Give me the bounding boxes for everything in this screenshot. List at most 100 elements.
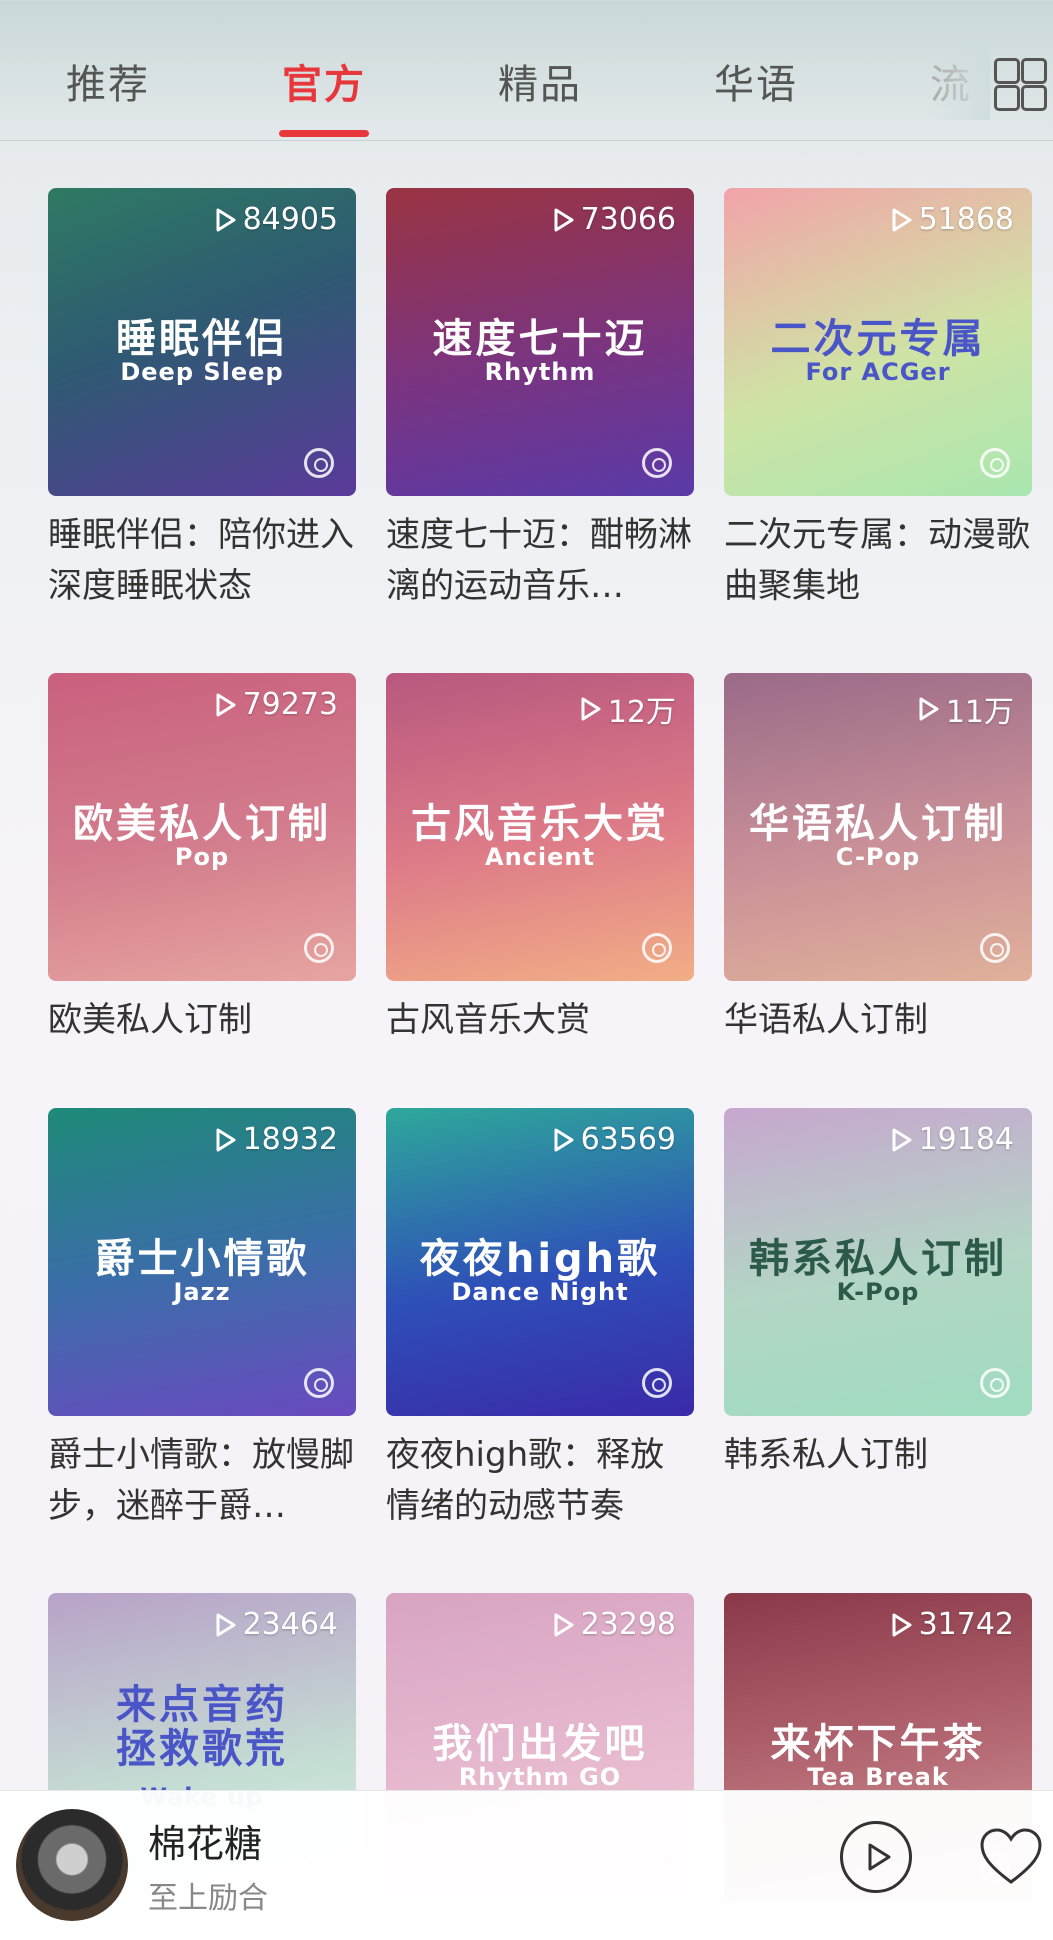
playlist-title[interactable]: 夜夜high歌：释放情绪的动感节奏 — [386, 1430, 694, 1532]
playlist-card[interactable]: 51868 二次元专属 For ACGer 二次元专属：动漫歌曲聚集地 — [724, 188, 1032, 612]
cover-subtitle: C-Pop — [835, 843, 921, 871]
play-count: 84905 — [215, 202, 338, 237]
netease-logo-icon — [304, 933, 334, 963]
heart-icon[interactable] — [978, 1827, 1044, 1887]
tab-official[interactable]: 官方 — [282, 52, 366, 110]
category-tab-bar: 推荐 官方 精品 华语 流 — [0, 0, 1053, 141]
play-count: 12万 — [580, 687, 676, 731]
netease-logo-icon — [980, 448, 1010, 478]
play-count-value: 23464 — [242, 1607, 338, 1642]
playlist-card[interactable]: 79273 欧美私人订制 Pop 欧美私人订制 — [48, 673, 356, 1046]
play-count-icon — [892, 1128, 912, 1151]
cover-subtitle: Rhythm — [484, 358, 596, 386]
netease-logo-icon — [304, 448, 334, 478]
play-button[interactable] — [840, 1821, 912, 1893]
mini-player[interactable]: 棉花糖 至上励合 — [0, 1790, 1053, 1940]
playlist-cover[interactable]: 79273 欧美私人订制 Pop — [48, 673, 356, 981]
playlist-cover[interactable]: 19184 韩系私人订制 K-Pop — [724, 1108, 1032, 1416]
playlist-title[interactable]: 欧美私人订制 — [48, 995, 356, 1046]
artist-name: 至上励合 — [148, 1881, 268, 1916]
cover-subtitle: Dance Night — [451, 1278, 629, 1306]
play-count: 79273 — [215, 687, 338, 722]
playlist-cover[interactable]: 63569 夜夜high歌 Dance Night — [386, 1108, 694, 1416]
play-count-value: 23298 — [580, 1607, 676, 1642]
play-count-icon — [892, 208, 912, 231]
play-count: 51868 — [891, 202, 1014, 237]
play-count: 31742 — [891, 1607, 1014, 1642]
cover-title: 欧美私人订制 — [73, 801, 331, 847]
playlist-card[interactable]: 12万 古风音乐大赏 Ancient 古风音乐大赏 — [386, 673, 694, 1046]
playlist-title[interactable]: 爵士小情歌：放慢脚步，迷醉于爵… — [48, 1430, 356, 1532]
album-art[interactable] — [16, 1809, 128, 1921]
playlist-cover[interactable]: 11万华语私人订制 C-Pop — [724, 673, 1032, 981]
play-count-value: 11万 — [945, 695, 1014, 730]
tab-overflow-fade — [930, 40, 990, 120]
tab-chinese[interactable]: 华语 — [714, 52, 798, 110]
play-count-icon — [216, 1613, 236, 1636]
playlist-title[interactable]: 睡眠伴侣：陪你进入深度睡眠状态 — [48, 510, 356, 612]
play-count-value: 31742 — [918, 1607, 1014, 1642]
play-count: 63569 — [553, 1122, 676, 1157]
playlist-card[interactable]: 11万 华语私人订制 C-Pop 华语私人订制 — [724, 673, 1032, 1046]
play-count-icon — [554, 1128, 574, 1151]
playlist-card[interactable]: 84905 睡眠伴侣 Deep Sleep 睡眠伴侣：陪你进入深度睡眠状态 — [48, 188, 356, 612]
play-count-value: 73066 — [580, 202, 676, 237]
playlist-title[interactable]: 古风音乐大赏 — [386, 995, 694, 1046]
cover-title: 韩系私人订制 — [749, 1236, 1007, 1282]
playlist-cover[interactable]: 12万 古风音乐大赏 Ancient — [386, 673, 694, 981]
play-count: 18932 — [215, 1122, 338, 1157]
play-count: 11万 — [918, 687, 1014, 731]
playlist-title[interactable]: 速度七十迈：酣畅淋漓的运动音乐… — [386, 510, 694, 612]
cover-title: 爵士小情歌 — [94, 1236, 310, 1282]
playlist-card[interactable]: 73066 速度七十迈 Rhythm 速度七十迈：酣畅淋漓的运动音乐… — [386, 188, 694, 612]
active-tab-indicator — [279, 130, 369, 137]
song-title: 棉花糖 — [148, 1822, 263, 1866]
playlist-title[interactable]: 二次元专属：动漫歌曲聚集地 — [724, 510, 1032, 612]
netease-logo-icon — [642, 448, 672, 478]
playlist-title[interactable]: 华语私人订制 — [724, 995, 1032, 1046]
cover-title: 二次元专属 — [770, 316, 986, 362]
cover-title: 夜夜high歌 — [419, 1236, 661, 1282]
playlist-card[interactable]: 63569 夜夜high歌 Dance Night 夜夜high歌：释放情绪的动感节奏 — [386, 1108, 694, 1532]
play-count-value: 12万 — [607, 695, 676, 730]
play-count-icon — [554, 1613, 574, 1636]
play-count-icon — [892, 1613, 912, 1636]
tab-recommend[interactable]: 推荐 — [66, 52, 150, 110]
play-count-icon — [216, 693, 236, 716]
netease-logo-icon — [642, 1368, 672, 1398]
play-count-icon — [919, 697, 939, 721]
play-count: 23298 — [553, 1607, 676, 1642]
play-count-value: 18932 — [242, 1122, 338, 1157]
cover-subtitle: Deep Sleep — [120, 358, 284, 386]
play-count-icon — [216, 1128, 236, 1151]
playlist-cover[interactable]: 84905 睡眠伴侣 Deep Sleep — [48, 188, 356, 496]
play-count: 23464 — [215, 1607, 338, 1642]
play-count-icon — [554, 208, 574, 231]
cover-subtitle: K-Pop — [836, 1278, 920, 1306]
cover-subtitle: For ACGer — [805, 358, 951, 386]
category-grid-icon[interactable] — [994, 58, 1047, 111]
playlist-cover[interactable]: 51868 二次元专属 For ACGer — [724, 188, 1032, 496]
playlist-cover[interactable]: 73066 速度七十迈 Rhythm — [386, 188, 694, 496]
cover-subtitle: Jazz — [173, 1278, 231, 1306]
netease-logo-icon — [304, 1368, 334, 1398]
tab-premium[interactable]: 精品 — [498, 52, 582, 110]
play-count-value: 79273 — [242, 687, 338, 722]
play-count-value: 19184 — [918, 1122, 1014, 1157]
cover-subtitle: Tea Break — [807, 1763, 949, 1791]
playlist-cover[interactable]: 18932 爵士小情歌 Jazz — [48, 1108, 356, 1416]
play-count-icon — [581, 697, 601, 721]
netease-logo-icon — [642, 933, 672, 963]
netease-logo-icon — [980, 1368, 1010, 1398]
cover-title: 睡眠伴侣 — [116, 316, 288, 362]
cover-title: 华语私人订制 — [749, 801, 1007, 847]
netease-logo-icon — [980, 933, 1010, 963]
cover-subtitle: Rhythm GO — [458, 1763, 622, 1791]
play-icon — [868, 1843, 891, 1871]
playlist-card[interactable]: 19184 韩系私人订制 K-Pop 韩系私人订制 — [724, 1108, 1032, 1481]
play-count-icon — [216, 208, 236, 231]
playlist-title[interactable]: 韩系私人订制 — [724, 1430, 1032, 1481]
cover-title: 速度七十迈 — [432, 316, 648, 362]
playlist-card[interactable]: 18932 爵士小情歌 Jazz 爵士小情歌：放慢脚步，迷醉于爵… — [48, 1108, 356, 1532]
cover-title: 我们出发吧 — [432, 1721, 648, 1767]
